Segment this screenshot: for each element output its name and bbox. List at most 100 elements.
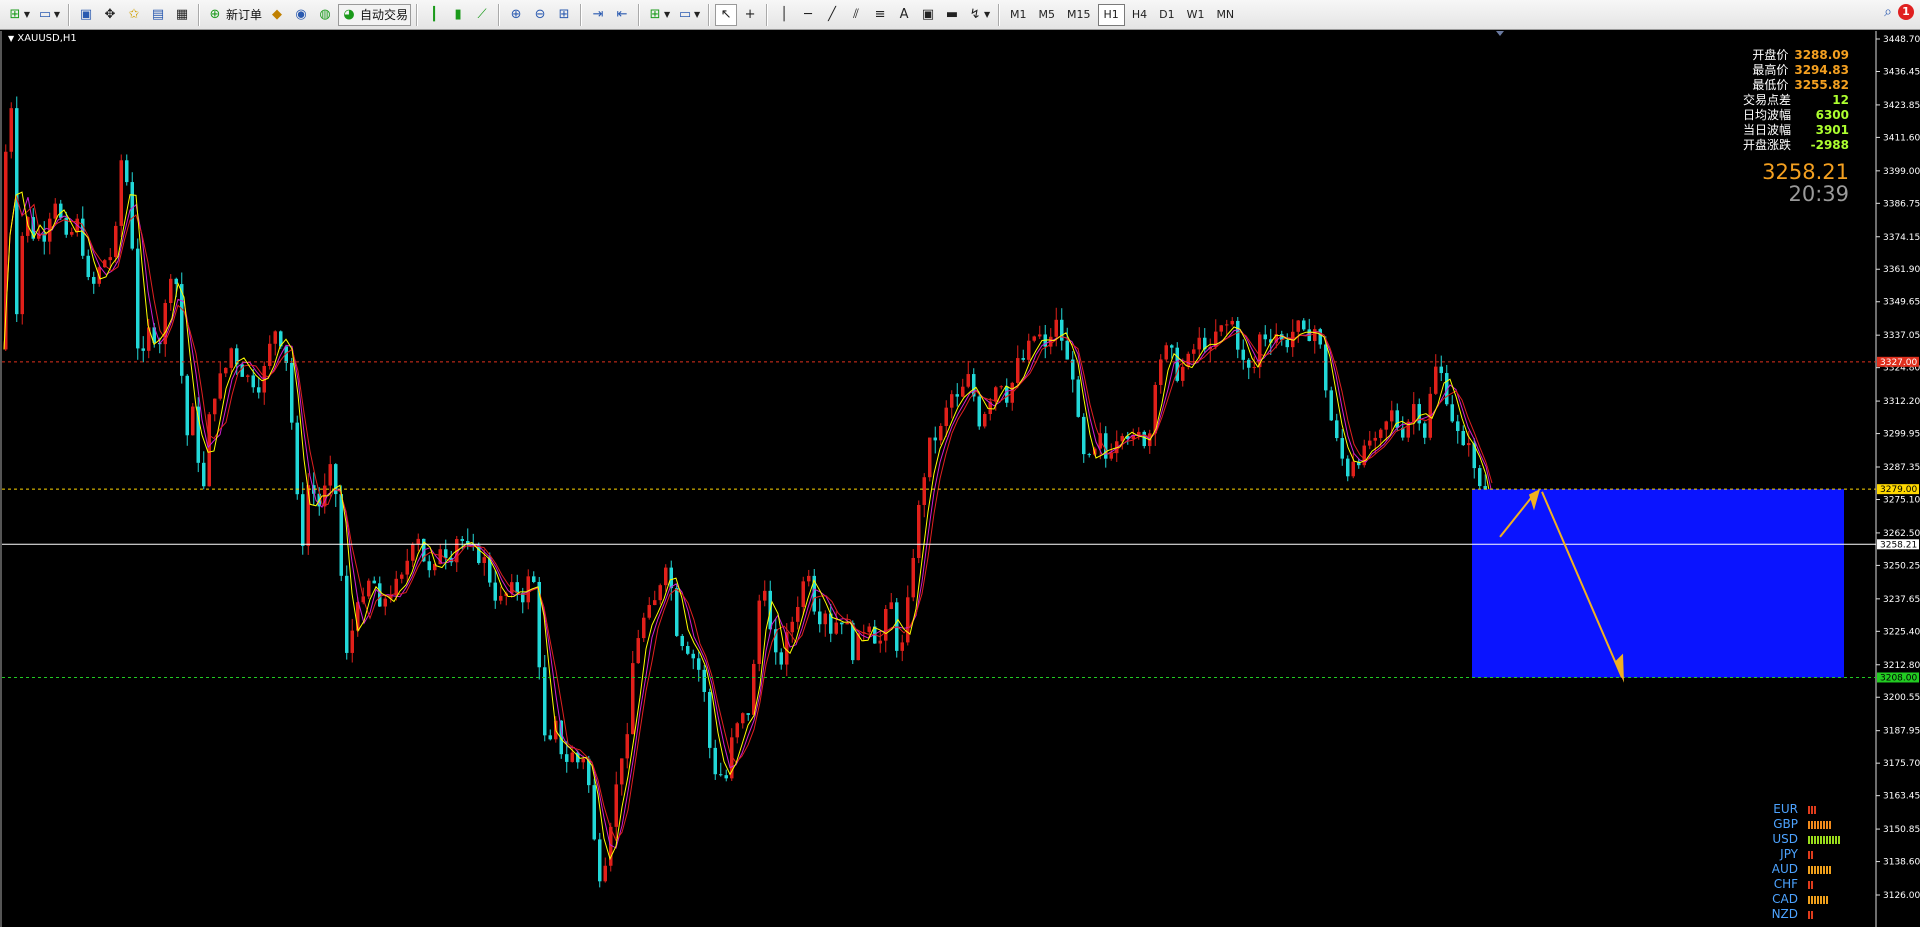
timeframe-w1[interactable]: W1	[1182, 5, 1210, 25]
autoscroll-button[interactable]: ⇤	[611, 4, 633, 26]
auto-trading-button[interactable]: ◕ 自动交易	[338, 3, 412, 26]
candlestick-button[interactable]: ▮	[447, 4, 469, 26]
vertical-line-icon: │	[780, 6, 788, 22]
candle-body	[1181, 366, 1185, 381]
candle-body	[719, 774, 723, 776]
candle-body	[702, 669, 706, 692]
timeframe-mn[interactable]: MN	[1211, 5, 1239, 25]
target-zone-rectangle	[1472, 489, 1844, 678]
candle-body	[752, 663, 756, 715]
strength-bar	[1823, 820, 1825, 829]
candle-body	[1170, 345, 1174, 348]
price-tick-label: 3163.45	[1883, 792, 1920, 802]
text-label-tool[interactable]: ▣	[917, 4, 939, 26]
zoom-in-button[interactable]: ⊕	[505, 4, 527, 26]
candle-body	[664, 567, 668, 586]
strength-bar	[1808, 835, 1810, 844]
chart-window[interactable]: 3448.70 3436.45 3423.85 3411.60 3399.00 3386.…	[0, 31, 1920, 927]
tile-windows-button[interactable]: ⊞	[553, 4, 575, 26]
trendline-tool[interactable]: ╱	[821, 4, 843, 26]
candle-body	[400, 574, 404, 579]
price-tick-label: 3126.00	[1883, 891, 1920, 901]
chart-shift-button[interactable]: ⇥	[587, 4, 609, 26]
text-tool[interactable]: A	[893, 4, 915, 26]
candle-body	[246, 375, 250, 377]
candle-body	[807, 575, 811, 582]
candle-body	[114, 225, 118, 258]
timeframe-m15[interactable]: M15	[1062, 5, 1096, 25]
candle-body	[1032, 336, 1036, 341]
candle-body	[1164, 345, 1168, 360]
entry-level-tag-label: 3279.00	[1880, 485, 1917, 495]
market-watch-button[interactable]: ▣	[75, 4, 97, 26]
candle-body	[427, 561, 431, 571]
candle-body	[884, 608, 888, 641]
candle-body	[493, 582, 497, 601]
new-order-button[interactable]: ⊕ 新订单	[205, 4, 264, 26]
candle-body	[834, 622, 838, 634]
candle-body	[1329, 390, 1333, 421]
timeframe-m1[interactable]: M1	[1005, 5, 1032, 25]
strength-bar	[1811, 895, 1813, 904]
price-tick-label: 3212.80	[1883, 661, 1920, 671]
price-chart[interactable]: 3448.70 3436.45 3423.85 3411.60 3399.00 3386.…	[2, 31, 1920, 927]
candle-body	[642, 617, 646, 639]
navigator-button[interactable]: ✩	[123, 4, 145, 26]
horizontal-line-tool[interactable]: ─	[797, 4, 819, 26]
bar-countdown: 20:39	[1788, 182, 1849, 206]
shapes-icon: ↯	[969, 6, 981, 22]
price-tick-label: 3361.90	[1883, 265, 1920, 275]
channel-tool[interactable]: ⫽	[845, 4, 867, 26]
indicators-icon: ⊞	[649, 6, 661, 22]
candle-body	[1346, 458, 1350, 477]
terminal-button[interactable]: ▤	[147, 4, 169, 26]
price-tick-label: 3275.10	[1883, 495, 1920, 505]
candle-body	[592, 785, 596, 840]
templates-button[interactable]: ▭ ▼	[675, 4, 703, 26]
data-window-button[interactable]: ✥	[99, 4, 121, 26]
notification-badge[interactable]: 1	[1898, 4, 1914, 20]
chart-shift-icon: ⇥	[592, 6, 604, 22]
timeframe-h1[interactable]: H1	[1097, 3, 1125, 26]
fibonacci-tool[interactable]: ≡	[869, 4, 891, 26]
timeframe-h4[interactable]: H4	[1127, 5, 1152, 25]
new-chart-button[interactable]: ⊞ ▼	[5, 4, 33, 26]
profiles-button[interactable]: ▭ ▼	[35, 4, 63, 26]
timeframe-d1[interactable]: D1	[1154, 5, 1179, 25]
tester-icon: ▦	[175, 6, 189, 22]
signals-button[interactable]: ◉	[290, 4, 312, 26]
cursor-tool[interactable]: ↖	[715, 3, 738, 26]
line-chart-icon: ⟋	[477, 6, 487, 22]
candle-body	[779, 652, 783, 665]
chart-shift-marker	[1496, 31, 1504, 36]
vertical-line-tool[interactable]: │	[773, 4, 795, 26]
candle-body	[15, 108, 19, 315]
market-button[interactable]: ◍	[314, 4, 336, 26]
candle-body	[273, 331, 277, 344]
candle-body	[345, 575, 349, 653]
zoom-out-button[interactable]: ⊖	[529, 4, 551, 26]
candle-body	[499, 595, 503, 601]
timeframe-m5[interactable]: M5	[1034, 5, 1061, 25]
candle-body	[1467, 443, 1471, 446]
info-row: 当日波幅 3901	[1743, 123, 1849, 138]
shapes-tool[interactable]: ↯ ▼	[965, 4, 993, 26]
candle-body	[911, 557, 915, 598]
indicators-button[interactable]: ⊞ ▼	[645, 4, 673, 26]
candle-body	[1373, 437, 1377, 441]
currency-strength-bars	[1808, 865, 1832, 874]
candle-body	[372, 580, 376, 584]
candle-body	[1351, 461, 1355, 477]
candle-body	[1456, 421, 1460, 432]
currency-name: JPY	[1780, 847, 1798, 861]
strategy-tester-button[interactable]: ▦	[171, 4, 193, 26]
strength-bar	[1835, 835, 1837, 844]
crosshair-tool[interactable]: +	[739, 4, 761, 26]
metaeditor-button[interactable]: ◆	[266, 4, 288, 26]
search-icon[interactable]: ⌕	[1884, 4, 1892, 20]
candle-body	[394, 578, 398, 596]
bar-chart-button[interactable]: ┃	[423, 4, 445, 26]
currency-row-nzd: NZD	[1768, 907, 1841, 922]
arrow-tool[interactable]: ▬	[941, 4, 963, 26]
line-chart-button[interactable]: ⟋	[471, 4, 493, 26]
